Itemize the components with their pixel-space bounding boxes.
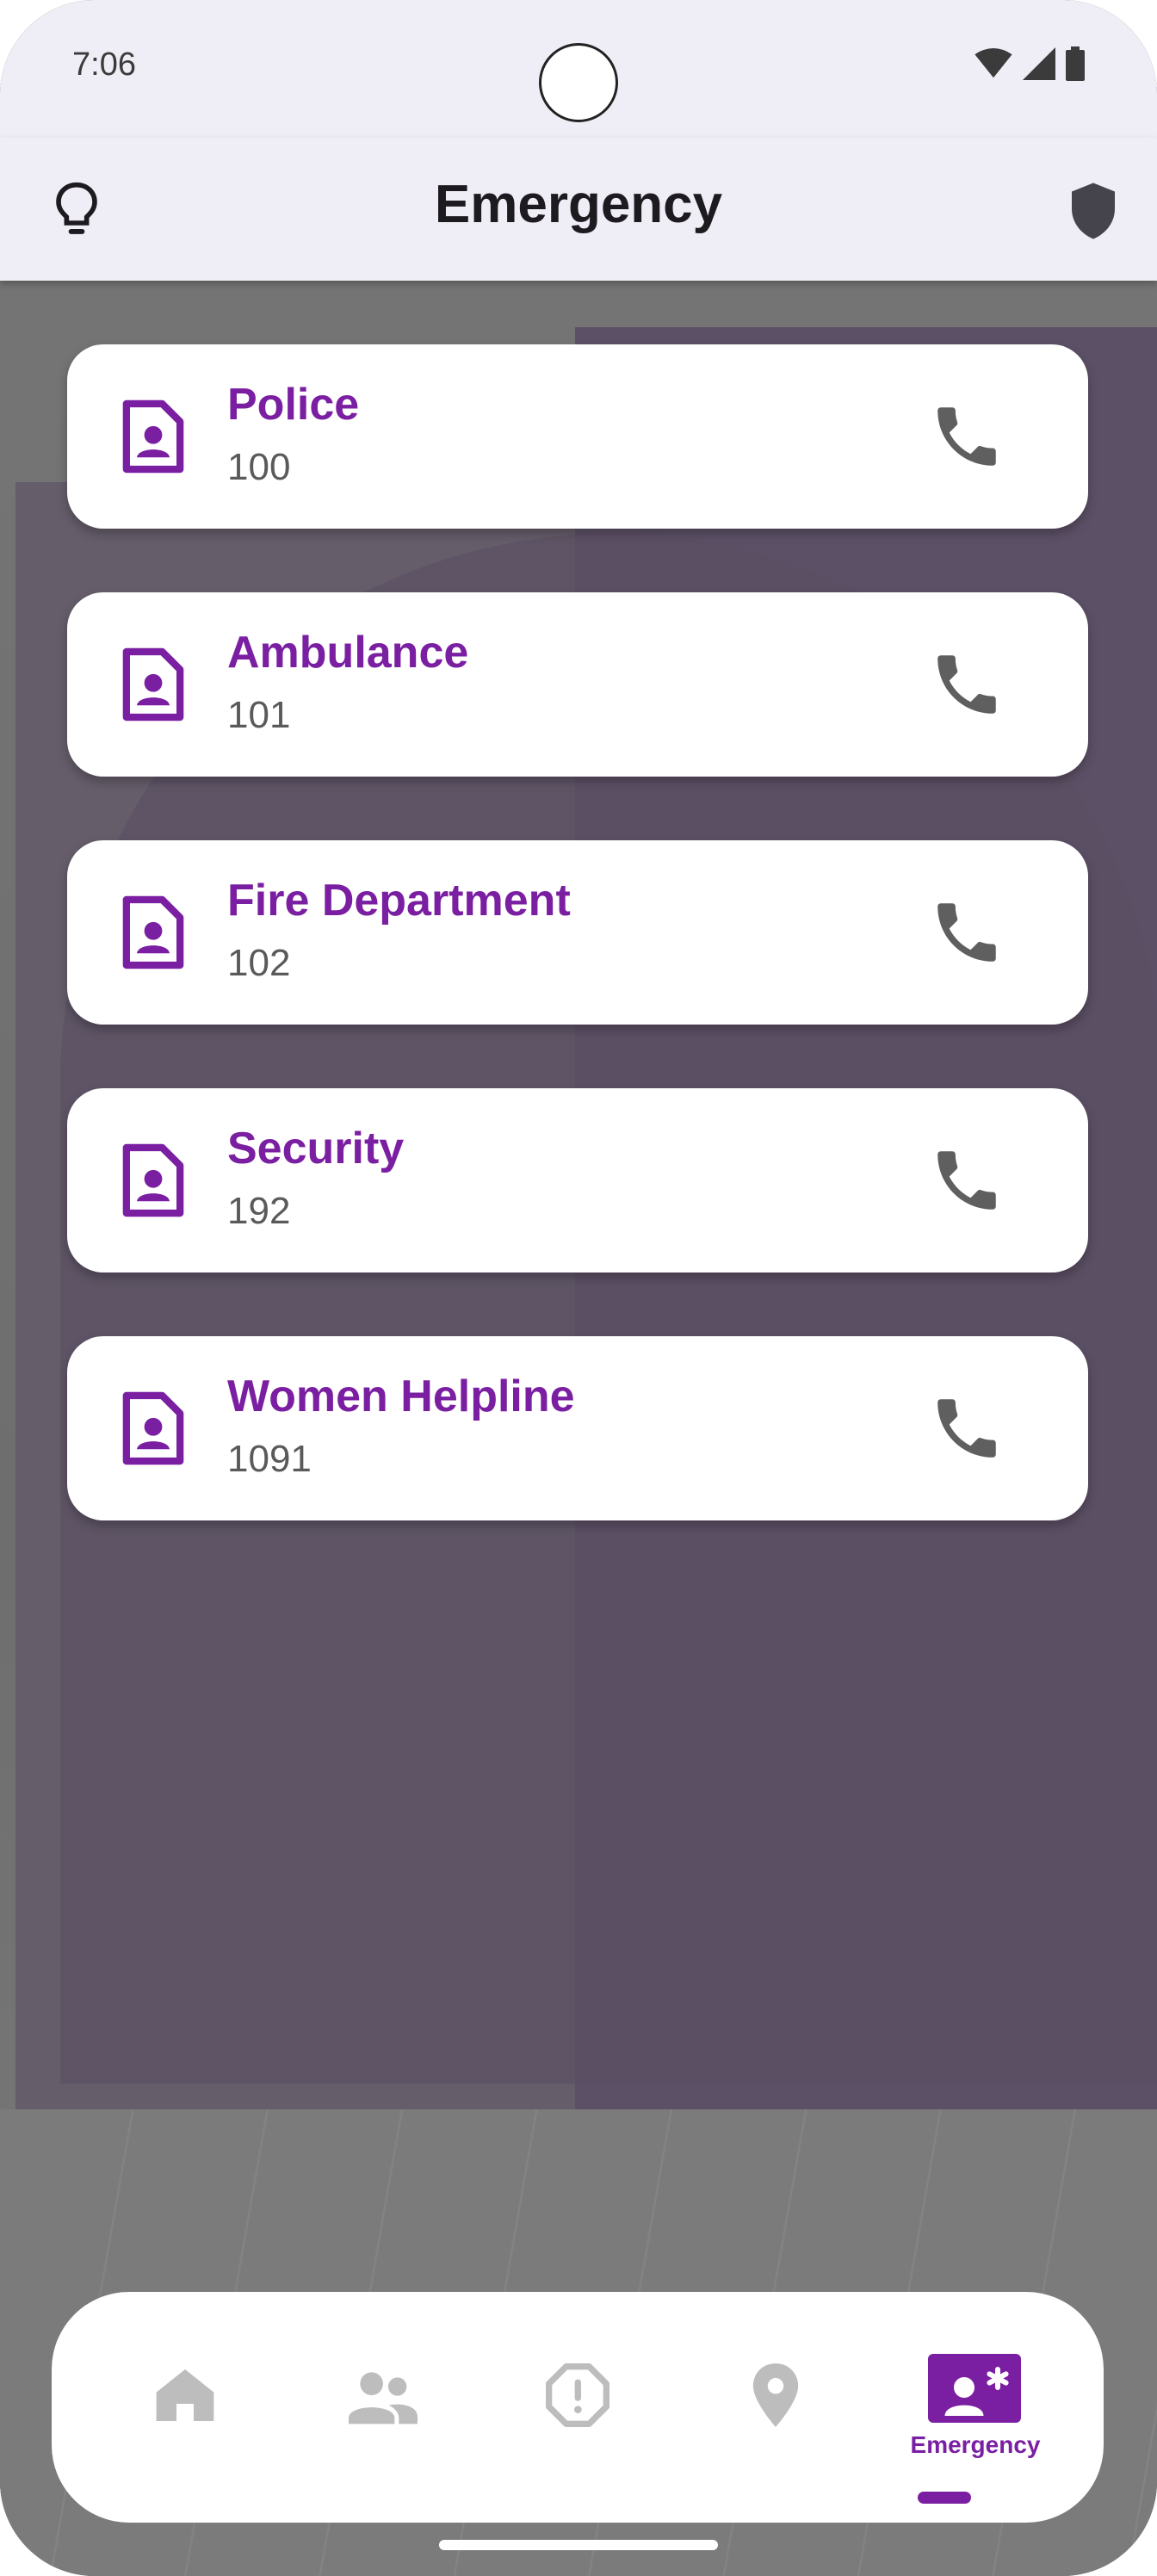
contact-number: 102 (227, 942, 291, 984)
contact-name: Ambulance (227, 628, 469, 678)
contact-card-police[interactable]: Police 100 (67, 344, 1088, 529)
contact-number: 1091 (227, 1438, 312, 1480)
home-icon (156, 2369, 214, 2421)
contact-document-icon (122, 647, 184, 721)
contact-document-icon (122, 895, 184, 969)
contact-number: 192 (227, 1190, 291, 1232)
nav-home[interactable] (138, 2352, 232, 2438)
app-bar: Emergency (0, 138, 1157, 281)
contact-card-ambulance[interactable]: Ambulance 101 (67, 592, 1088, 777)
contact-document-icon (122, 399, 184, 474)
contact-name: Security (227, 1124, 405, 1173)
nav-active-label: Emergency (910, 2431, 1041, 2458)
phone-icon[interactable] (928, 1390, 1005, 1467)
signal-icon (1023, 47, 1055, 80)
contact-card-women-helpline[interactable]: Women Helpline 1091 (67, 1336, 1088, 1520)
bottom-navigation: Emergency (52, 2292, 1104, 2523)
contact-card-security[interactable]: Security 192 (67, 1088, 1088, 1273)
location-icon (752, 2363, 799, 2427)
phone-icon[interactable] (928, 894, 1005, 971)
contact-card-fire-department[interactable]: Fire Department 102 (67, 840, 1088, 1025)
nav-people[interactable] (336, 2352, 430, 2438)
phone-icon[interactable] (928, 398, 1005, 475)
phone-icon[interactable] (928, 1142, 1005, 1219)
nav-emergency[interactable] (927, 2352, 1022, 2438)
wifi-icon (974, 48, 1012, 78)
contact-number: 100 (227, 446, 291, 488)
camera-cutout (539, 43, 618, 122)
alert-icon (546, 2363, 609, 2427)
battery-icon (1066, 46, 1085, 81)
system-icons (974, 46, 1085, 81)
status-time: 7:06 (72, 46, 136, 83)
emergency-contact-icon (944, 2367, 1009, 2416)
nav-alert[interactable] (530, 2352, 625, 2438)
contact-number: 101 (227, 694, 291, 736)
status-bar: 7:06 (0, 0, 1157, 138)
contact-name: Women Helpline (227, 1372, 575, 1421)
phone-icon[interactable] (928, 646, 1005, 723)
contact-name: Police (227, 380, 360, 430)
nav-location[interactable] (728, 2352, 823, 2438)
phone-screen: 7:06 Emergency Police 100 Ambulance 101 … (0, 0, 1157, 2576)
gesture-home-bar[interactable] (439, 2540, 718, 2550)
page-title: Emergency (434, 175, 723, 234)
nav-active-indicator (918, 2492, 971, 2504)
people-icon (349, 2372, 418, 2424)
contact-document-icon (122, 1391, 184, 1465)
contact-document-icon (122, 1143, 184, 1217)
contact-name: Fire Department (227, 876, 571, 926)
shield-icon[interactable] (1067, 181, 1119, 241)
